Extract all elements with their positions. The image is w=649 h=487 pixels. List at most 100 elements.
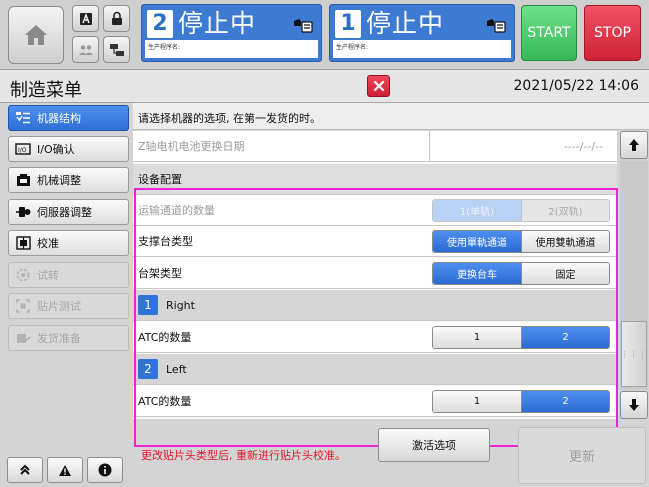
warning-button[interactable] (47, 457, 83, 483)
main-panel: 请选择机器的选项, 在第一发货的时。 Z轴电机电池更换日期 ----/--/--… (133, 103, 649, 487)
sidebar-item-label: I/O确认 (37, 143, 75, 156)
sidebar-item-label: 发货准备 (37, 332, 81, 345)
sidebar-item-label: 伺服器调整 (37, 206, 92, 219)
list-item-atc-count-left: ATC的数量 1 2 (133, 386, 617, 417)
network-button[interactable] (103, 36, 130, 63)
row-label: Z轴电机电池更换日期 (138, 140, 245, 153)
lane-state: 停止中 (178, 9, 257, 38)
pcb-board-icon (294, 19, 313, 33)
scrollbar[interactable]: ⋮⋮⋮ (620, 131, 648, 419)
home-icon (25, 25, 47, 45)
home-button[interactable] (8, 6, 64, 64)
option-fixed[interactable]: 固定 (521, 263, 609, 284)
option-atc-1[interactable]: 1 (433, 391, 521, 412)
sidebar-item-label: 机器结构 (37, 112, 81, 125)
scroll-up-button[interactable] (620, 131, 648, 159)
instruction-text: 请选择机器的选项, 在第一发货的时。 (133, 103, 649, 130)
sidebar-item-trial-run[interactable]: 试转 (8, 262, 129, 288)
key-a-icon (79, 12, 92, 25)
lock-button[interactable] (103, 5, 130, 32)
options-list: Z轴电机电池更换日期 ----/--/-- 设备配置 运输通道的数量 1(单轨)… (133, 131, 618, 447)
conveyor-count-selector: 1(单轨) 2(双轨) (432, 199, 610, 222)
warning-icon (59, 464, 71, 476)
lane-number-badge: 1 (138, 295, 158, 315)
keyboard-lock-button[interactable] (72, 5, 99, 32)
activate-options-button[interactable]: 激活选项 (378, 428, 490, 462)
lock-icon (111, 11, 122, 25)
lane-number: 2 (147, 10, 173, 38)
option-single-rail-channel[interactable]: 使用單軌通道 (433, 231, 521, 252)
atc-count-right-selector[interactable]: 1 2 (432, 326, 610, 349)
sidebar-item-calibration[interactable]: 校准 (8, 230, 129, 256)
row-label: ATC的数量 (138, 331, 192, 344)
atc-count-left-selector[interactable]: 1 2 (432, 390, 610, 413)
option-atc-2[interactable]: 2 (521, 327, 609, 348)
lane-name: Left (166, 362, 187, 376)
list-item-support-table-type: 支撑台类型 使用單軌通道 使用雙軌通道 (133, 226, 617, 257)
users-icon (78, 44, 93, 55)
support-table-selector[interactable]: 使用單軌通道 使用雙軌通道 (432, 230, 610, 253)
title-bar: 制造菜单 2021/05/22 14:06 (0, 70, 649, 103)
lane-number-badge: 2 (138, 359, 158, 379)
info-button[interactable] (87, 457, 123, 483)
close-icon (373, 80, 384, 92)
row-label: 台架类型 (138, 267, 182, 280)
machine-structure-icon (15, 111, 31, 125)
sidebar-item-label: 机械调整 (37, 174, 81, 187)
sidebar-item-servo-adjust[interactable]: 伺服器调整 (8, 199, 129, 225)
row-label: 运输通道的数量 (138, 204, 215, 217)
stop-button[interactable]: STOP (584, 5, 641, 61)
row-label: 支撑台类型 (138, 235, 193, 248)
lane-2-status-panel[interactable]: 2 停止中 生产程序名: (141, 4, 322, 62)
start-button[interactable]: START (521, 5, 577, 61)
double-chevron-up-icon (20, 464, 30, 475)
row-label: ATC的数量 (138, 395, 192, 408)
page-title: 制造菜单 (10, 80, 82, 101)
scroll-thumb[interactable]: ⋮⋮⋮ (621, 321, 647, 387)
svg-text:I/O: I/O (18, 147, 27, 154)
scroll-down-button[interactable] (620, 391, 648, 419)
section-title: 设备配置 (138, 173, 182, 186)
top-bar: 2 停止中 生产程序名: 1 停止中 生产程序名: START STOP (0, 0, 649, 70)
cart-type-selector[interactable]: 更换台车 固定 (432, 262, 610, 285)
lane-number: 1 (335, 10, 361, 38)
close-button[interactable] (367, 75, 390, 97)
sidebar-item-io-check[interactable]: I/O I/O确认 (8, 136, 129, 162)
option-atc-2[interactable]: 2 (521, 391, 609, 412)
option-exchange-cart[interactable]: 更换台车 (433, 263, 521, 284)
list-item-z-battery-date[interactable]: Z轴电机电池更换日期 ----/--/-- (133, 131, 617, 162)
calibration-icon (15, 236, 31, 250)
lane-1-status-panel[interactable]: 1 停止中 生产程序名: (329, 4, 515, 62)
scroll-track[interactable]: ⋮⋮⋮ (620, 161, 648, 389)
placement-test-icon (15, 299, 31, 313)
lane-header-left: 2 Left (133, 354, 617, 385)
list-item-cart-type: 台架类型 更换台车 固定 (133, 258, 617, 289)
io-icon: I/O (15, 142, 31, 156)
row-value: ----/--/-- (429, 131, 617, 161)
lane-state: 停止中 (366, 9, 445, 38)
sidebar-item-mechanical-adjust[interactable]: 机械调整 (8, 167, 129, 193)
collapse-button[interactable] (7, 457, 43, 483)
arrow-up-icon (629, 139, 639, 151)
option-dual-rail-channel[interactable]: 使用雙軌通道 (521, 231, 609, 252)
pcb-board-icon (487, 19, 506, 33)
option-dual-lane: 2(双轨) (521, 200, 609, 221)
operator-button[interactable] (72, 36, 99, 63)
lane-name: Right (166, 298, 195, 312)
sidebar-item-placement-test[interactable]: 贴片测试 (8, 293, 129, 319)
shipping-prep-icon (15, 331, 31, 345)
sidebar-item-machine-structure[interactable]: 机器结构 (8, 105, 129, 131)
servo-icon (15, 205, 31, 219)
warning-note: 更改贴片头类型后, 重新进行贴片头校准。 (141, 449, 346, 462)
mechanical-adjust-icon (15, 173, 31, 187)
section-header-device-config: 设备配置 (133, 164, 617, 195)
lane-header-right: 1 Right (133, 290, 617, 321)
datetime: 2021/05/22 14:06 (513, 78, 640, 94)
arrow-down-icon (629, 399, 639, 411)
sidebar-item-shipping-prep[interactable]: 发货准备 (8, 325, 129, 351)
option-single-lane: 1(单轨) (433, 200, 521, 221)
info-icon (98, 463, 112, 477)
sidebar-item-label: 试转 (37, 269, 59, 282)
option-atc-1[interactable]: 1 (433, 327, 521, 348)
update-button[interactable]: 更新 (518, 427, 646, 484)
